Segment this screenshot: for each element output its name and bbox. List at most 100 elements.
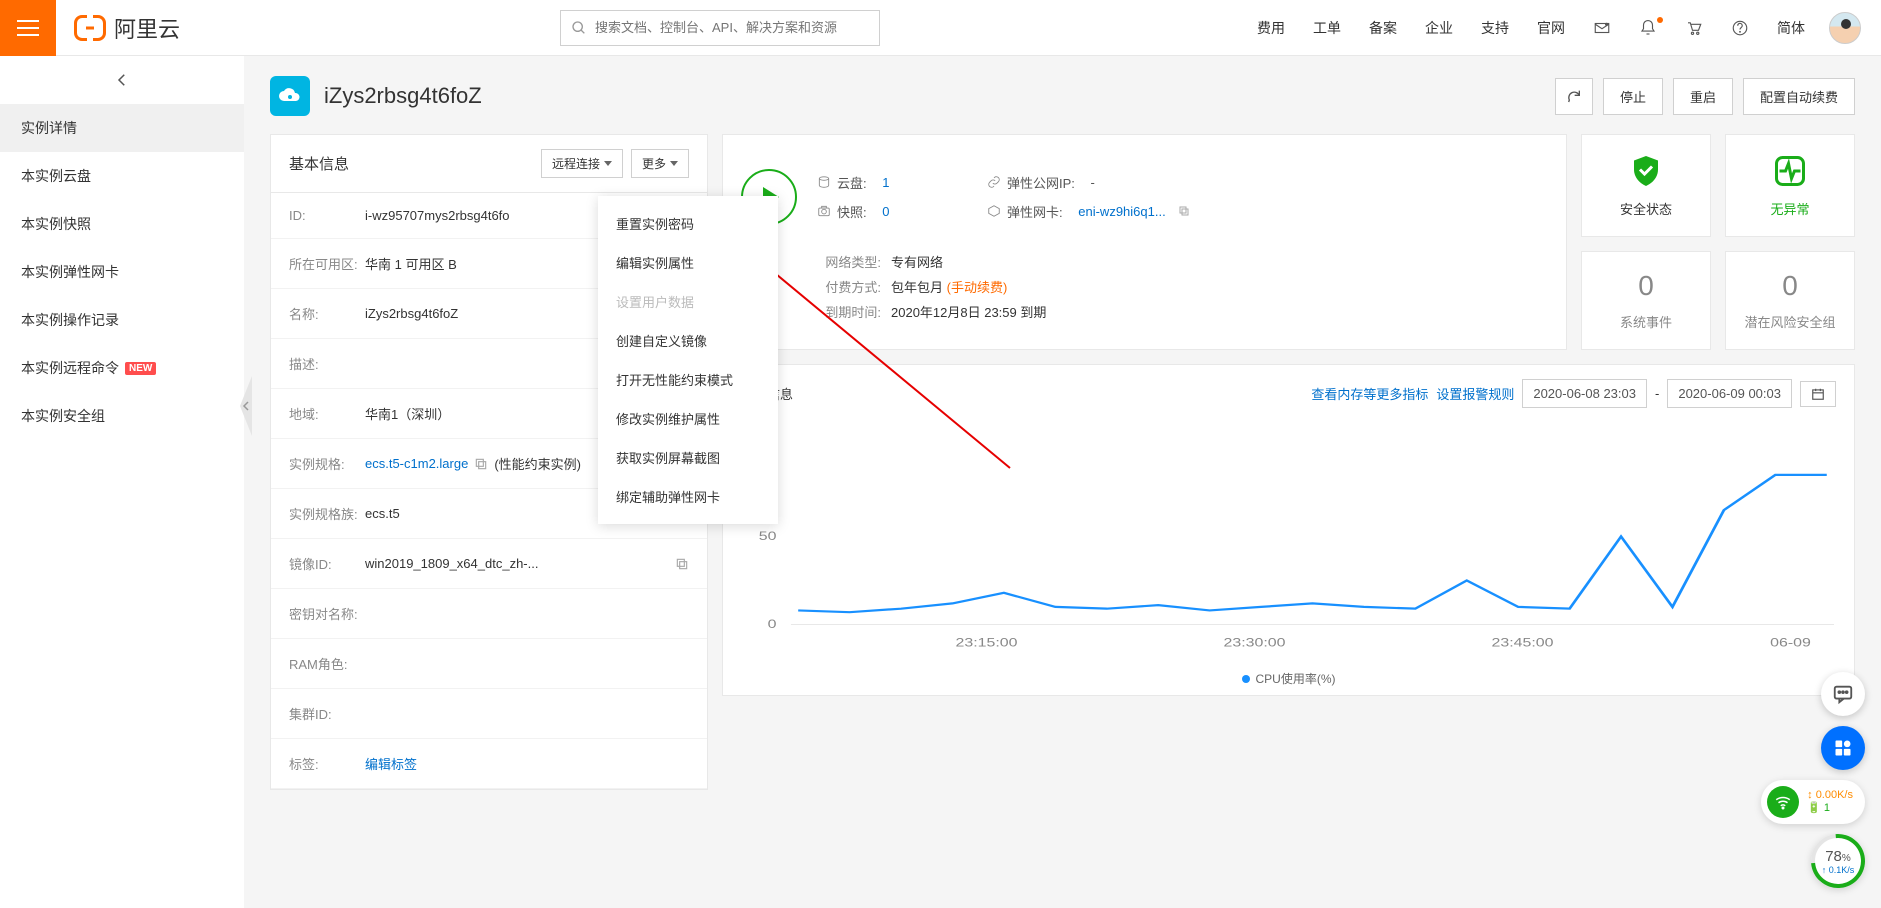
remote-connect-button[interactable]: 远程连接 (541, 149, 623, 178)
copy-icon[interactable] (675, 557, 689, 571)
sidebar-item-label: 实例详情 (21, 118, 77, 138)
dd-screenshot[interactable]: 获取实例屏幕截图 (598, 438, 778, 477)
info-label: 所在可用区: (289, 254, 365, 273)
dd-create-image[interactable]: 创建自定义镜像 (598, 321, 778, 360)
cart-icon[interactable] (1671, 19, 1717, 37)
more-button[interactable]: 更多 (631, 149, 689, 178)
dd-perf-mode[interactable]: 打开无性能约束模式 (598, 360, 778, 399)
anomaly-card[interactable]: 无异常 (1725, 134, 1855, 237)
sidebar-item-disks[interactable]: 本实例云盘 (0, 152, 244, 200)
sidebar-collapse-handle[interactable] (240, 376, 252, 436)
sidebar-item-label: 本实例操作记录 (21, 310, 119, 330)
user-avatar[interactable] (1829, 12, 1861, 44)
more-metrics-link[interactable]: 查看内存等更多指标 (1311, 384, 1428, 403)
brand-text: 阿里云 (114, 12, 180, 44)
info-label: 描述: (289, 354, 365, 373)
search-input[interactable] (595, 20, 869, 35)
date-to[interactable]: 2020-06-09 00:03 (1667, 379, 1792, 408)
sidebar-back[interactable] (0, 56, 244, 104)
date-sep: - (1655, 386, 1659, 401)
mail-icon[interactable] (1579, 19, 1625, 37)
nav-support[interactable]: 支持 (1467, 18, 1523, 38)
wifi-icon (1767, 786, 1799, 818)
dd-bind-eni[interactable]: 绑定辅助弹性网卡 (598, 477, 778, 516)
brand-logo[interactable]: 阿里云 (74, 12, 180, 44)
sidebar-item-snapshots[interactable]: 本实例快照 (0, 200, 244, 248)
sidebar-item-remote-cmd[interactable]: 本实例远程命令NEW (0, 344, 244, 392)
network-widget[interactable]: ↕ 0.00K/s 🔋 1 (1761, 780, 1865, 824)
shield-icon (1628, 153, 1664, 189)
info-label: 实例规格族: (289, 504, 365, 523)
stop-button[interactable]: 停止 (1603, 78, 1663, 115)
pct-value: 78 (1825, 848, 1842, 865)
date-from[interactable]: 2020-06-08 23:03 (1522, 379, 1647, 408)
auto-renew-button[interactable]: 配置自动续费 (1743, 78, 1855, 115)
row-tag: 标签:编辑标签 (271, 739, 707, 789)
legend-dot (1242, 675, 1250, 683)
refresh-button[interactable] (1555, 78, 1593, 115)
menu-toggle[interactable] (0, 0, 56, 56)
chat-fab[interactable] (1821, 672, 1865, 716)
lang-switch[interactable]: 简体 (1763, 18, 1819, 38)
info-label: 名称: (289, 304, 365, 323)
info-note: (性能约束实例) (494, 454, 581, 473)
help-icon[interactable] (1717, 19, 1763, 37)
info-label: RAM角色: (289, 654, 365, 673)
dd-maintenance[interactable]: 修改实例维护属性 (598, 399, 778, 438)
stat-link[interactable]: eni-wz9hi6q1... (1078, 204, 1165, 219)
info-label: 实例规格: (289, 454, 365, 473)
info-link[interactable]: ecs.t5-c1m2.large (365, 456, 468, 471)
x-tick: 06-09 (1770, 635, 1811, 649)
row-ram: RAM角色: (271, 639, 707, 689)
sidebar-item-label: 本实例云盘 (21, 166, 91, 186)
stat-link[interactable]: 1 (882, 175, 889, 190)
global-search[interactable] (560, 10, 880, 46)
meta-value: 2020年12月8日 23:59 到期 (891, 302, 1046, 321)
refresh-icon (1566, 88, 1582, 104)
sidebar: 实例详情 本实例云盘 本实例快照 本实例弹性网卡 本实例操作记录 本实例远程命令… (0, 56, 244, 908)
sidebar-item-instance-detail[interactable]: 实例详情 (0, 104, 244, 152)
risk-sg-card[interactable]: 0 潜在风险安全组 (1725, 251, 1855, 350)
page-title: iZys2rbsg4t6foZ (324, 83, 482, 109)
apps-fab[interactable] (1821, 726, 1865, 770)
x-tick: 23:30:00 (1224, 635, 1286, 649)
restart-button[interactable]: 重启 (1673, 78, 1733, 115)
sidebar-item-oplog[interactable]: 本实例操作记录 (0, 296, 244, 344)
meta-label: 到期时间: (809, 302, 881, 321)
eip-stat: 弹性公网IP: - (987, 173, 1548, 192)
dd-edit-instance[interactable]: 编辑实例属性 (598, 243, 778, 282)
edit-tag-link[interactable]: 编辑标签 (365, 754, 417, 773)
stat-label: 云盘: (837, 173, 867, 192)
usage-widget[interactable]: 78% ↑ 0.1K/s (1811, 834, 1865, 888)
alarm-rules-link[interactable]: 设置报警规则 (1436, 384, 1514, 403)
sidebar-item-label: 本实例安全组 (21, 406, 105, 426)
dd-reset-password[interactable]: 重置实例密码 (598, 204, 778, 243)
system-events-card[interactable]: 0 系统事件 (1581, 251, 1711, 350)
meta-label: 网络类型: (809, 252, 881, 271)
card-label: 无异常 (1770, 199, 1809, 218)
nav-ticket[interactable]: 工单 (1299, 18, 1355, 38)
dd-user-data: 设置用户数据 (598, 282, 778, 321)
info-label: 集群ID: (289, 704, 365, 723)
calendar-icon (1811, 387, 1825, 401)
card-label: 潜在风险安全组 (1744, 312, 1835, 331)
nav-official[interactable]: 官网 (1523, 18, 1579, 38)
info-label: 地域: (289, 404, 365, 423)
search-icon (571, 20, 587, 36)
bell-icon[interactable] (1625, 19, 1671, 37)
disk-icon (817, 175, 831, 189)
nav-enterprise[interactable]: 企业 (1411, 18, 1467, 38)
sidebar-item-eni[interactable]: 本实例弹性网卡 (0, 248, 244, 296)
eni-stat: 弹性网卡: eni-wz9hi6q1... (987, 202, 1548, 221)
nav-icp[interactable]: 备案 (1355, 18, 1411, 38)
pct-unit: % (1842, 853, 1851, 864)
copy-icon[interactable] (474, 457, 488, 471)
stat-label: 快照: (837, 202, 867, 221)
stat-link[interactable]: 0 (882, 204, 889, 219)
calendar-button[interactable] (1800, 381, 1836, 407)
copy-icon[interactable] (1178, 205, 1190, 217)
security-status-card[interactable]: 安全状态 (1581, 134, 1711, 237)
nav-fee[interactable]: 费用 (1243, 18, 1299, 38)
cloud-icon (278, 87, 302, 105)
sidebar-item-secgroup[interactable]: 本实例安全组 (0, 392, 244, 440)
